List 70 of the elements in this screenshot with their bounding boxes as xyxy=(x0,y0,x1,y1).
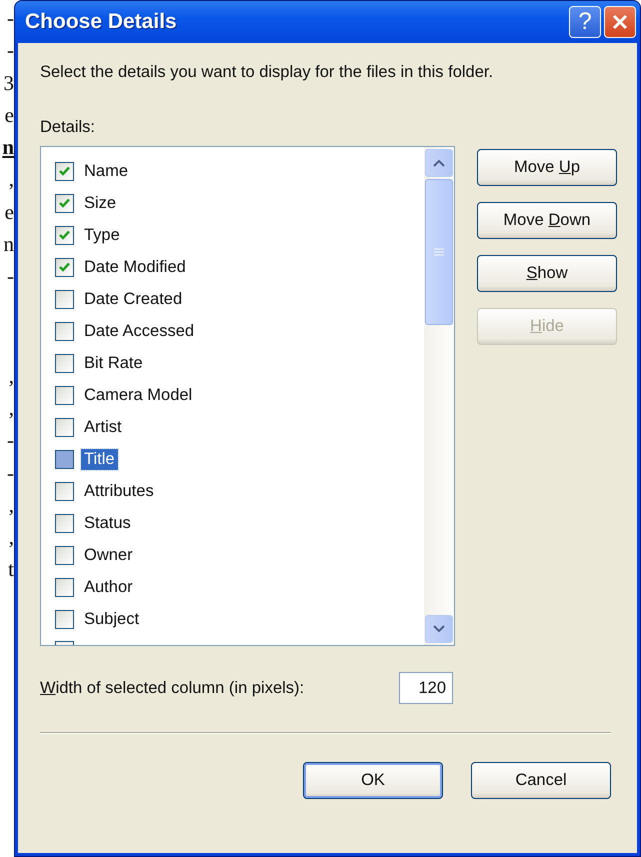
window-title: Choose Details xyxy=(25,10,178,34)
list-item[interactable]: Bit Rate xyxy=(81,352,146,374)
scroll-thumb[interactable] xyxy=(425,179,453,325)
page-text-fragment: 3 xyxy=(4,70,14,97)
list-item[interactable]: Status xyxy=(81,512,134,534)
list-item[interactable]: Size xyxy=(81,192,120,214)
check-icon xyxy=(59,166,70,176)
checkbox[interactable] xyxy=(55,226,74,244)
list-item[interactable]: Date Modified xyxy=(81,256,189,278)
checkbox[interactable] xyxy=(55,258,74,276)
checkbox[interactable] xyxy=(55,162,74,180)
check-icon xyxy=(59,198,70,208)
page-text-fragment: , xyxy=(8,524,14,552)
side-button[interactable]: Show xyxy=(477,255,617,292)
list-item[interactable]: Date Created xyxy=(81,288,186,310)
side-button[interactable]: Move Up xyxy=(477,149,617,186)
page-text-fragment: - xyxy=(7,427,14,454)
check-icon xyxy=(59,230,70,240)
page-text-fragment: , xyxy=(8,492,14,519)
chevron-down-icon xyxy=(433,625,445,633)
page-text-fragment: e xyxy=(4,102,14,129)
page-text-fragment: , xyxy=(8,166,14,194)
details-label: Details: xyxy=(40,118,96,137)
checkbox[interactable] xyxy=(55,194,74,212)
close-button[interactable] xyxy=(604,6,636,38)
close-icon xyxy=(611,13,629,31)
dialog-button[interactable]: OK xyxy=(303,762,443,799)
page-text-fragment: n xyxy=(4,231,14,258)
list-item[interactable]: Title xyxy=(81,448,118,470)
checkbox[interactable] xyxy=(55,450,74,468)
scroll-up-button[interactable] xyxy=(425,149,453,177)
page-text-fragment: t xyxy=(8,556,14,584)
checkbox[interactable] xyxy=(55,290,74,308)
list-item[interactable]: Author xyxy=(81,576,136,598)
width-input[interactable]: 120 xyxy=(399,672,453,704)
scrollbar[interactable] xyxy=(424,147,454,645)
list-item[interactable]: Type xyxy=(81,224,123,246)
scroll-down-button[interactable] xyxy=(425,615,453,643)
page-text-fragment: - xyxy=(7,263,14,290)
width-label: Width of selected column (in pixels): xyxy=(40,678,304,698)
checkbox[interactable] xyxy=(55,546,74,564)
dialog-button[interactable]: Cancel xyxy=(471,762,611,799)
page-text-fragment: - xyxy=(7,5,14,32)
side-button[interactable]: Move Down xyxy=(477,202,617,239)
page-text-fragment: , xyxy=(8,362,14,390)
list-item[interactable]: Camera Model xyxy=(81,384,196,406)
checkbox[interactable] xyxy=(55,610,74,628)
checkbox[interactable] xyxy=(55,354,74,372)
checkbox[interactable] xyxy=(55,578,74,596)
grip-icon xyxy=(434,248,444,256)
checkbox[interactable] xyxy=(55,386,74,404)
list-item[interactable]: Owner xyxy=(81,544,136,566)
list-item[interactable]: Name xyxy=(81,160,132,182)
list-item[interactable]: Artist xyxy=(81,416,125,438)
checkbox[interactable] xyxy=(55,482,74,500)
list-item[interactable]: Date Accessed xyxy=(81,320,198,342)
page-text-fragment: n xyxy=(2,134,14,162)
list-item[interactable]: Attributes xyxy=(81,480,157,502)
chevron-up-icon xyxy=(433,159,445,167)
page-text-fragment: - xyxy=(7,37,14,64)
page-text-fragment: - xyxy=(7,460,14,487)
description-text: Select the details you want to display for the files in this folder. xyxy=(40,63,494,82)
page-text-fragment: e xyxy=(4,198,14,226)
page-text-fragment: , xyxy=(8,394,14,422)
help-button[interactable]: ? xyxy=(569,6,601,38)
checkbox[interactable] xyxy=(55,322,74,340)
check-icon xyxy=(59,262,70,272)
checkbox[interactable] xyxy=(55,514,74,532)
list-item[interactable]: Subject xyxy=(81,608,142,630)
checkbox[interactable] xyxy=(55,418,74,436)
